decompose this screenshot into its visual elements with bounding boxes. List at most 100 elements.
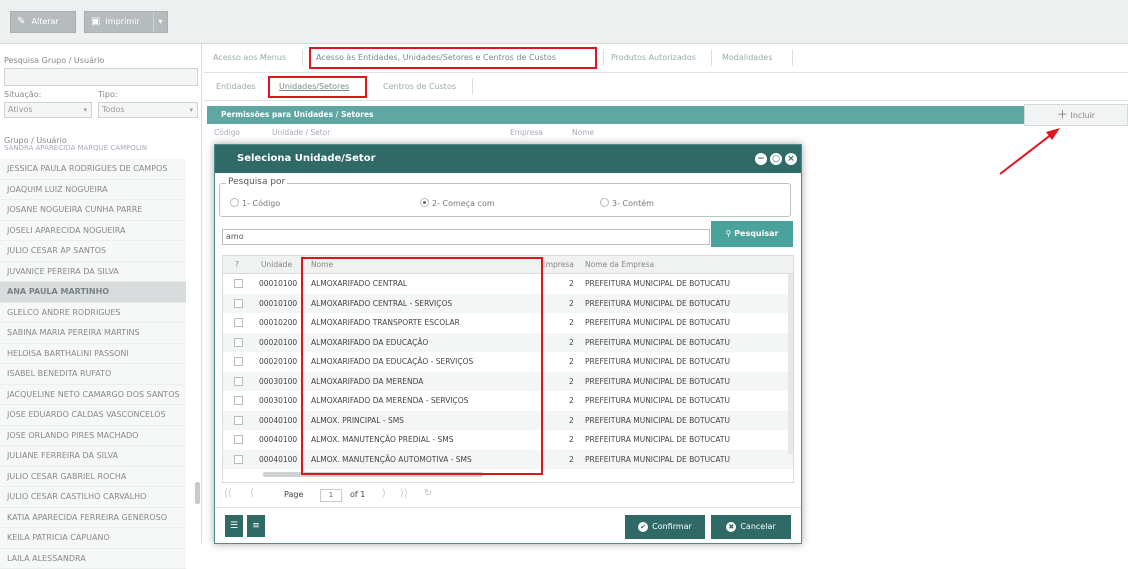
page-label: Page [284,490,303,499]
minimize-icon[interactable]: − [755,153,767,165]
list-item[interactable]: KATIA APARECIDA FERREIRA GENEROSO [0,508,186,529]
situacao-select[interactable]: Ativos ▾ [4,102,92,118]
cell-empresa: 2 [569,372,579,392]
next-page-icon[interactable]: ⟩ [382,488,386,499]
cancel-button[interactable]: ✖Cancelar [711,515,791,539]
search-label: Pesquisa Grupo / Usuário [4,56,104,65]
row-checkbox[interactable] [234,435,243,444]
column-header: ? [235,256,239,274]
user-group-panel: Pesquisa Grupo / Usuário Situação: Tipo:… [0,44,202,544]
list-item[interactable]: JOSELI APARECIDA NOGUEIRA [0,221,186,242]
tab-acesso-menus[interactable]: Acesso aos Menus [213,53,286,62]
page-input[interactable]: 1 [320,489,342,502]
radio-icon [600,198,609,207]
search-by-label: Pesquisa por [226,177,287,187]
cell-nome-empresa: PREFEITURA MUNICIPAL DE BOTUCATU [585,372,785,392]
row-checkbox[interactable] [234,279,243,288]
list-item[interactable]: JOSANE NOGUEIRA CUNHA PARRE [0,200,186,221]
modal-footer: ☰ ≡ ✔Confirmar ✖Cancelar [215,507,801,543]
list-item[interactable]: JOSE ORLANDO PIRES MACHADO [0,426,186,447]
list-item[interactable]: JACQUELINE NETO CAMARGO DOS SANTOS [0,385,186,406]
plus-icon: ＋ [1057,108,1068,121]
row-checkbox[interactable] [234,377,243,386]
cell-nome-empresa: PREFEITURA MUNICIPAL DE BOTUCATU [585,411,785,431]
prev-page-icon[interactable]: ⟨ [250,488,254,499]
cell-unidade: 00020100 [259,333,305,353]
row-checkbox[interactable] [234,357,243,366]
row-checkbox[interactable] [234,416,243,425]
tab-modalidades[interactable]: Modalidades [722,53,772,62]
cell-unidade: 00020100 [259,352,305,372]
highlight-box [301,257,543,475]
last-page-icon[interactable]: ⟩⟩ [400,488,408,499]
query-input[interactable]: amo [222,229,710,245]
radio-icon [230,198,239,207]
row-checkbox[interactable] [234,299,243,308]
chevron-down-icon[interactable]: ▾ [153,12,167,32]
list-item[interactable]: JULIANE FERREIRA DA SILVA [0,446,186,467]
divider [302,50,303,66]
row-checkbox[interactable] [234,318,243,327]
tab-produtos-autorizados[interactable]: Produtos Autorizados [611,53,696,62]
cell-empresa: 2 [569,391,579,411]
list-scrollbar[interactable] [195,482,200,504]
row-checkbox[interactable] [234,396,243,405]
list-item[interactable]: JOSE EDUARDO CALDAS VASCONCELOS [0,405,186,426]
grid-vscrollbar[interactable] [788,274,793,454]
radio-comeca-com[interactable]: 2- Começa com [420,198,495,208]
close-icon[interactable]: × [785,153,797,165]
list-item[interactable]: LAILA ALESSANDRA [0,549,186,569]
list-item[interactable]: GLELCO ANDRE RODRIGUES [0,303,186,324]
radio-contem[interactable]: 3- Contém [600,198,654,208]
list-item[interactable]: JULIO CESAR GABRIEL ROCHA [0,467,186,488]
column-header: Empresa [510,128,543,137]
cell-nome-empresa: PREFEITURA MUNICIPAL DE BOTUCATU [585,450,785,470]
pager: ⟨⟨ ⟨ Page 1 of 1 ⟩ ⟩⟩ ↻ [222,485,794,505]
cell-empresa: 2 [569,274,579,294]
print-button[interactable]: ▣ Imprimir ▾ [84,11,168,33]
refresh-icon[interactable]: ↻ [424,488,432,499]
chevron-down-icon: ▾ [189,103,193,117]
tab-centros-custos[interactable]: Centros de Custos [383,82,456,91]
include-button[interactable]: ＋ Incluir [1024,104,1128,126]
list-item[interactable]: JUVANICE PEREIRA DA SILVA [0,262,186,283]
confirm-button[interactable]: ✔Confirmar [625,515,705,539]
radio-codigo[interactable]: 1- Código [230,198,280,208]
tipo-label: Tipo: [98,90,118,99]
list-item[interactable]: JOAQUIM LUIZ NOGUEIRA [0,180,186,201]
pencil-icon: ✎ [17,12,29,32]
cell-unidade: 00030100 [259,372,305,392]
situacao-label: Situação: [4,90,41,99]
divider [711,50,712,66]
list-item[interactable]: SABINA MARIA PEREIRA MARTINS [0,323,186,344]
list-item[interactable]: ISABEL BENEDITA RUFATO [0,364,186,385]
divider [472,78,473,94]
expand-list-icon[interactable]: ☰ [225,515,243,537]
user-list: JESSICA PAULA RODRIGUES DE CAMPOSJOAQUIM… [0,159,186,569]
column-header[interactable]: Empresa [541,256,574,274]
collapse-list-icon[interactable]: ≡ [247,515,265,537]
column-header[interactable]: Unidade [261,256,301,274]
edit-button[interactable]: ✎ Alterar [10,11,76,33]
search-button[interactable]: ⚲ Pesquisar [711,221,793,247]
divider [204,100,1128,101]
cell-unidade: 00040100 [259,450,305,470]
list-item[interactable]: KEILA PATRICIA CAPUANO [0,528,186,549]
list-item[interactable]: HELOISA BARTHALINI PASSONI [0,344,186,365]
first-page-icon[interactable]: ⟨⟨ [224,488,232,499]
row-checkbox[interactable] [234,338,243,347]
maximize-icon[interactable]: ○ [770,153,782,165]
list-item[interactable]: JESSICA PAULA RODRIGUES DE CAMPOS [0,159,186,180]
cell-empresa: 2 [569,294,579,314]
column-header[interactable]: Nome da Empresa [585,256,654,274]
user-search-input[interactable] [4,68,198,86]
row-checkbox[interactable] [234,455,243,464]
tipo-select[interactable]: Todos ▾ [98,102,198,118]
list-item[interactable]: JULIO CESAR CASTILHO CARVALHO [0,487,186,508]
list-item[interactable]: JULIO CESAR AP SANTOS [0,241,186,262]
list-header-overlap: SANDRA APARECIDA MARQUE CAMPOLIN [4,144,147,152]
cell-empresa: 2 [569,333,579,353]
list-item[interactable]: ANA PAULA MARTINHO [0,282,186,303]
tab-entidades[interactable]: Entidades [216,82,256,91]
highlight-box [309,47,597,69]
